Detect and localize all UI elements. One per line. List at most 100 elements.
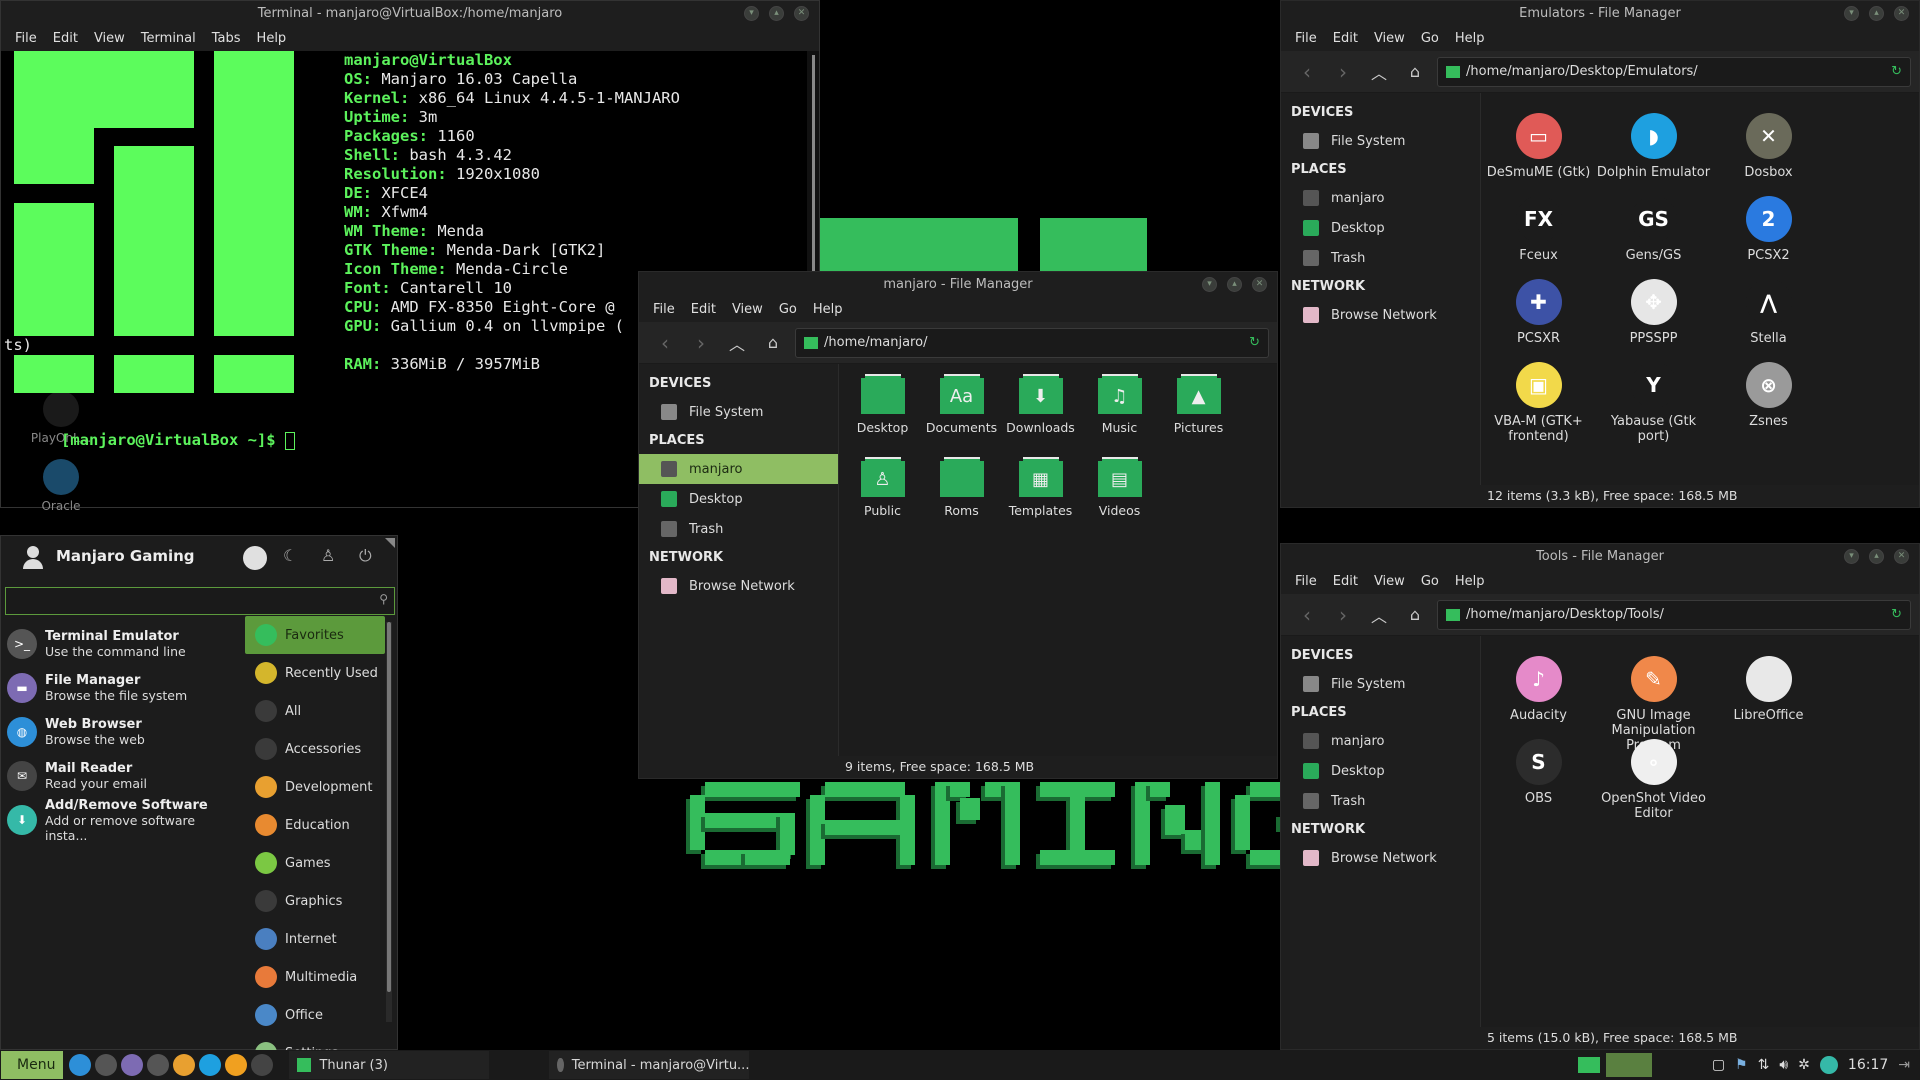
category-item[interactable]: Internet [245, 920, 385, 958]
file-item[interactable]: Y Yabause (Gtk port) [1596, 354, 1711, 444]
menu-search-field[interactable] [6, 588, 366, 612]
category-item[interactable]: Graphics [245, 882, 385, 920]
maximize-button[interactable]: ▴ [1869, 6, 1884, 21]
close-button[interactable]: ✕ [1894, 6, 1909, 21]
menu-view[interactable]: View [1366, 570, 1413, 594]
file-item[interactable]: LibreOffice [1711, 648, 1826, 731]
back-button[interactable]: ‹ [1289, 60, 1325, 84]
menu-help[interactable]: Help [249, 27, 295, 51]
menu-go[interactable]: Go [771, 298, 805, 322]
sidebar-item[interactable]: File System [639, 397, 838, 427]
terminal-launcher-icon[interactable] [147, 1054, 170, 1076]
folder-item[interactable]: Aa Documents [922, 370, 1001, 453]
file-item[interactable]: ▣ VBA-M (GTK+ frontend) [1481, 354, 1596, 444]
settings-manager-button[interactable] [243, 546, 267, 570]
folder-item[interactable]: ♙ Public [843, 453, 922, 536]
network-icon[interactable]: ⇅ [1758, 1057, 1770, 1073]
favorite-item[interactable]: ▬ File Manager Browse the file system [1, 666, 239, 710]
category-item[interactable]: Office [245, 996, 385, 1034]
reload-icon[interactable]: ↻ [1891, 607, 1902, 622]
file-item[interactable]: ◗ Dolphin Emulator [1596, 105, 1711, 188]
menu-file[interactable]: File [7, 27, 45, 51]
sidebar-item[interactable]: manjaro [639, 454, 838, 484]
resize-grip[interactable] [385, 538, 395, 548]
mail-launcher-icon[interactable] [95, 1054, 118, 1076]
menu-view[interactable]: View [1366, 27, 1413, 51]
menu-edit[interactable]: Edit [683, 298, 724, 322]
home-button[interactable]: ⌂ [1397, 605, 1433, 624]
lock-screen-icon[interactable]: ☾ [283, 546, 297, 565]
media-player-launcher-icon[interactable] [225, 1054, 248, 1076]
forward-button[interactable]: › [1325, 603, 1361, 627]
category-item[interactable]: Accessories [245, 730, 385, 768]
switch-user-icon[interactable]: ♙ [321, 546, 335, 565]
home-button[interactable]: ⌂ [755, 333, 791, 352]
menu-file[interactable]: File [1287, 27, 1325, 51]
sidebar-item[interactable]: manjaro [1281, 726, 1480, 756]
reload-icon[interactable]: ↻ [1891, 64, 1902, 79]
sidebar-item[interactable]: Desktop [1281, 756, 1480, 786]
location-bar[interactable]: /home/manjaro/Desktop/Tools/↻ [1437, 599, 1911, 630]
menu-search-input[interactable]: ⚲ [5, 587, 395, 615]
category-item[interactable]: Multimedia [245, 958, 385, 996]
file-manager-launcher-icon[interactable] [121, 1054, 144, 1076]
folder-item[interactable]: Roms [922, 453, 1001, 536]
file-item[interactable]: FX Fceux [1481, 188, 1596, 271]
category-item[interactable]: Development [245, 768, 385, 806]
file-view[interactable]: Desktop Aa Documents ⬇ Downloads ♫ Music ▲ Pictu… [839, 364, 1277, 756]
sidebar-item[interactable]: File System [1281, 669, 1480, 699]
task-terminal[interactable]: Terminal - manjaro@Virtu... [549, 1051, 750, 1079]
minimize-button[interactable]: ▾ [1844, 549, 1859, 564]
terminal-titlebar[interactable]: Terminal - manjaro@VirtualBox:/home/manj… [1, 1, 819, 27]
window-titlebar[interactable]: manjaro - File Manager ▾ ▴ ✕ [639, 272, 1277, 298]
category-item[interactable]: Favorites [245, 616, 385, 654]
back-button[interactable]: ‹ [1289, 603, 1325, 627]
menu-tabs[interactable]: Tabs [204, 27, 249, 51]
web-browser-launcher-icon[interactable] [69, 1054, 92, 1076]
logout-icon[interactable]: ⏻ [359, 546, 372, 566]
file-manager-emulators[interactable]: Emulators - File Manager ▾ ▴ ✕ File Edit View G… [1280, 0, 1920, 508]
file-item[interactable]: ♪ Audacity [1481, 648, 1596, 731]
window-titlebar[interactable]: Tools - File Manager ▾ ▴ ✕ [1281, 544, 1919, 570]
back-button[interactable]: ‹ [647, 331, 683, 355]
reload-icon[interactable]: ↻ [1249, 335, 1260, 350]
sidebar-item[interactable]: File System [1281, 126, 1480, 156]
clipboard-icon[interactable]: ▢ [1712, 1057, 1725, 1073]
maximize-button[interactable]: ▴ [1869, 549, 1884, 564]
menu-go[interactable]: Go [1413, 570, 1447, 594]
menu-button[interactable]: Menu [1, 1051, 64, 1079]
menu-help[interactable]: Help [1447, 27, 1493, 51]
home-button[interactable]: ⌂ [1397, 62, 1433, 81]
folder-item[interactable]: ▤ Videos [1080, 453, 1159, 536]
location-bar[interactable]: /home/manjaro/Desktop/Emulators/↻ [1437, 56, 1911, 87]
menu-view[interactable]: View [86, 27, 133, 51]
clock[interactable]: 16:17 [1848, 1057, 1888, 1073]
menu-file[interactable]: File [1287, 570, 1325, 594]
file-item[interactable]: ∘ OpenShot Video Editor [1596, 731, 1711, 821]
folder-item[interactable]: ▦ Templates [1001, 453, 1080, 536]
file-view[interactable]: ▭ DeSmuME (Gtk) ◗ Dolphin Emulator ✕ Dosbox FX… [1481, 93, 1919, 485]
favorite-item[interactable]: ⬇ Add/Remove Software Add or remove softwa… [1, 798, 239, 843]
file-item[interactable]: ✥ PPSSPP [1596, 271, 1711, 354]
folder-item[interactable]: Desktop [843, 370, 922, 453]
settings-icon[interactable]: ✲ [1798, 1057, 1810, 1073]
favorite-item[interactable]: >_ Terminal Emulator Use the command line [1, 622, 239, 666]
file-manager-tools[interactable]: Tools - File Manager ▾ ▴ ✕ File Edit View Go Hel… [1280, 543, 1920, 1050]
up-button[interactable]: ︿ [1361, 603, 1397, 627]
up-button[interactable]: ︿ [1361, 60, 1397, 84]
task-thunar[interactable]: Thunar (3) [289, 1051, 490, 1079]
file-view[interactable]: ♪Audacity✎GNU Image Manipulation Program… [1481, 636, 1919, 1027]
minimize-button[interactable]: ▾ [1202, 277, 1217, 292]
category-scrollbar[interactable] [386, 622, 392, 1022]
menu-help[interactable]: Help [1447, 570, 1493, 594]
file-item[interactable]: ⋀ Stella [1711, 271, 1826, 354]
menu-edit[interactable]: Edit [45, 27, 86, 51]
menu-file[interactable]: File [645, 298, 683, 322]
steam-launcher-icon[interactable] [251, 1054, 274, 1076]
volume-icon[interactable]: 🔊︎ [1779, 1057, 1788, 1073]
sidebar-item[interactable]: Desktop [1281, 213, 1480, 243]
category-item[interactable]: All [245, 692, 385, 730]
sidebar-item[interactable]: Browse Network [1281, 300, 1480, 330]
menu-view[interactable]: View [724, 298, 771, 322]
minimize-button[interactable]: ▾ [1844, 6, 1859, 21]
